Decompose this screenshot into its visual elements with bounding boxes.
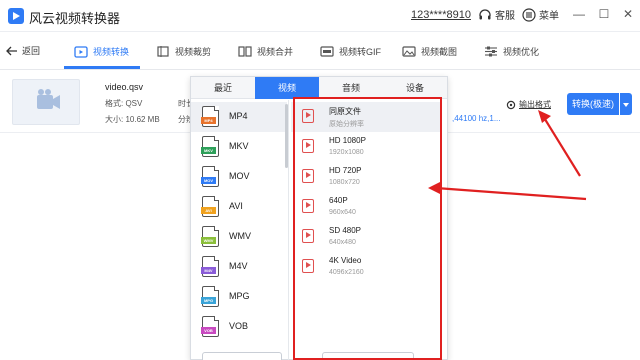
settings-gear-icon [506,100,516,109]
format-item-mkv[interactable]: MKV MKV [191,132,287,162]
format-label: MPG [229,291,250,301]
app-title: 风云视频转换器 [29,11,121,26]
gif-icon [320,45,334,57]
vob-file-icon: VOB [201,316,219,337]
audio-info: ,44100 hz,1... [452,114,501,123]
m4v-file-icon: M4V [201,256,219,277]
format-item-avi[interactable]: AVI AVI [191,192,287,222]
sliders-icon [485,46,497,56]
format-label: WMV [229,231,251,241]
format-item-mp4[interactable]: MP4 MP4 [191,102,287,132]
headset-icon [479,8,491,19]
convert-dropdown-icon[interactable] [620,93,632,115]
format-label: M4V [229,261,248,271]
annotation-arrow-line [435,186,587,201]
menu-button[interactable]: 菜单 [522,7,559,22]
mov-file-icon: MOV [201,166,219,187]
convert-button[interactable]: 转换(极速) [567,93,619,115]
menu-icon [522,7,536,22]
custom-format-button[interactable] [202,352,282,360]
avi-file-icon: AVI [201,196,219,217]
active-tab-indicator [64,66,140,69]
wmv-file-icon: WMV [201,226,219,247]
format-item-wmv[interactable]: WMV WMV [191,222,287,252]
tab-label: 视频转换 [93,46,130,57]
video-thumbnail[interactable] [12,79,80,125]
mp4-file-icon: MP4 [201,106,219,127]
customer-service-button[interactable]: 客服 [478,7,515,22]
tab-label: 视频优化 [503,46,540,57]
back-label: 返回 [22,46,41,56]
tab-video-optimize[interactable]: 视频优化 [484,32,539,70]
output-format-button[interactable]: 输出格式 [506,99,551,110]
mpg-file-icon: MPG [201,286,219,307]
tab-label: 视频合并 [257,46,294,57]
maximize-icon[interactable]: ☐ [596,6,612,22]
tab-video-screenshot[interactable]: 视频截图 [402,32,457,70]
tab-video-convert[interactable]: 视频转换 [74,32,129,70]
tab-video[interactable]: 视频 [255,77,319,99]
format-item-vob[interactable]: VOB VOB [191,312,287,342]
close-icon[interactable]: ✕ [620,6,636,22]
feature-nav: 返回 视频转换 视频裁剪 视频合并 视频转GIF 视频截图 视频优化 [0,32,640,70]
format-label: VOB [229,321,249,331]
image-icon [402,45,416,57]
format-item-m4v[interactable]: M4V M4V [191,252,287,282]
annotation-highlight-box [293,97,442,360]
tab-video-crop[interactable]: 视频裁剪 [156,32,211,70]
file-name: video.qsv [105,82,144,92]
mkv-file-icon: MKV [201,136,219,157]
video-camera-icon [37,89,60,109]
tab-audio[interactable]: 音频 [319,77,383,99]
file-size: 大小: 10.62 MB [105,115,160,124]
format-list: MP4 MP4 MKV MKV MOV MOV AVI AVI WMV WMV … [191,100,289,360]
user-id-link[interactable]: 123****8910 [411,9,471,21]
app-logo-icon [8,8,24,24]
file-format: 格式: QSV [105,99,143,108]
format-item-mov[interactable]: MOV MOV [191,162,287,192]
tab-video-merge[interactable]: 视频合并 [238,32,293,70]
menu-label: 菜单 [539,11,559,22]
title-bar: 风云视频转换器 123****8910 客服 菜单 — ☐ ✕ [0,0,640,32]
format-label: MP4 [229,111,248,121]
tab-label: 视频裁剪 [175,46,212,57]
tab-label: 视频转GIF [339,46,381,57]
tab-recent[interactable]: 最近 [191,77,255,99]
format-label: MKV [229,141,249,151]
output-format-label: 输出格式 [519,100,551,109]
format-label: MOV [229,171,250,181]
video-convert-icon [74,45,88,58]
merge-icon [238,45,252,57]
back-arrow-icon [6,46,17,55]
crop-icon [157,45,169,57]
format-tabs: 最近 视频 音频 设备 [191,77,447,99]
tab-device[interactable]: 设备 [383,77,447,99]
format-list-scrollbar[interactable] [285,104,288,168]
back-button[interactable]: 返回 [6,44,40,57]
customer-service-label: 客服 [495,11,515,22]
minimize-icon[interactable]: — [571,6,587,22]
tab-label: 视频截图 [421,46,458,57]
format-item-mpg[interactable]: MPG MPG [191,282,287,312]
tab-video-to-gif[interactable]: 视频转GIF [320,32,381,70]
format-label: AVI [229,201,243,211]
